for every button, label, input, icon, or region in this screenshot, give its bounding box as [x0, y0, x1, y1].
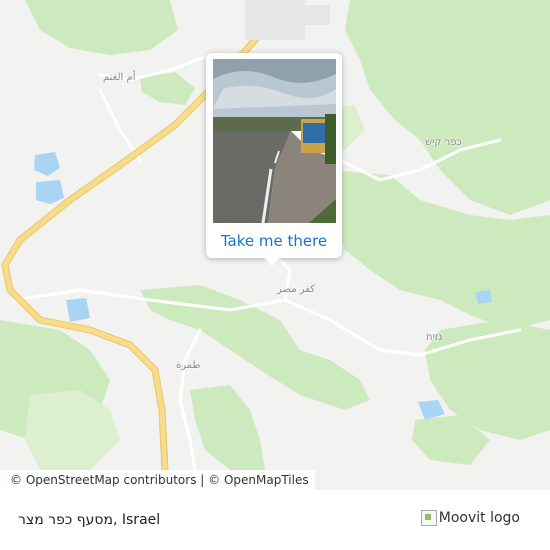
- attribution-separator: |: [200, 473, 205, 487]
- stop-photo: [213, 59, 336, 223]
- moovit-logo[interactable]: Moovit logo: [420, 510, 520, 526]
- place-label-kfar-misr: كفر مصر: [277, 284, 316, 295]
- place-label-umm-al-ghanam: أم الغنم: [103, 72, 136, 83]
- moovit-logo-alt-text: Moovit logo: [438, 510, 520, 526]
- footer-bar: מסעף כפר מצר, Israel Moovit logo: [0, 490, 550, 550]
- osm-attribution-link[interactable]: © OpenStreetMap contributors: [10, 473, 196, 487]
- place-label-tamra: طمرة: [176, 360, 201, 371]
- stop-name-label: מסעף כפר מצר, Israel: [18, 512, 161, 528]
- broken-image-icon: [420, 510, 437, 526]
- take-me-there-button[interactable]: Take me there: [206, 227, 342, 255]
- map-attribution: © OpenStreetMap contributors | © OpenMap…: [0, 470, 315, 490]
- place-label-kfar-kish: כפר קיש: [425, 137, 462, 148]
- stop-popup: Take me there: [206, 53, 342, 266]
- omt-attribution-link[interactable]: © OpenMapTiles: [208, 473, 308, 487]
- place-label-gazit: גזית: [426, 332, 443, 343]
- map-view[interactable]: أم الغنم כפר קיש كفر مصر גזית طمرة Take …: [0, 0, 550, 490]
